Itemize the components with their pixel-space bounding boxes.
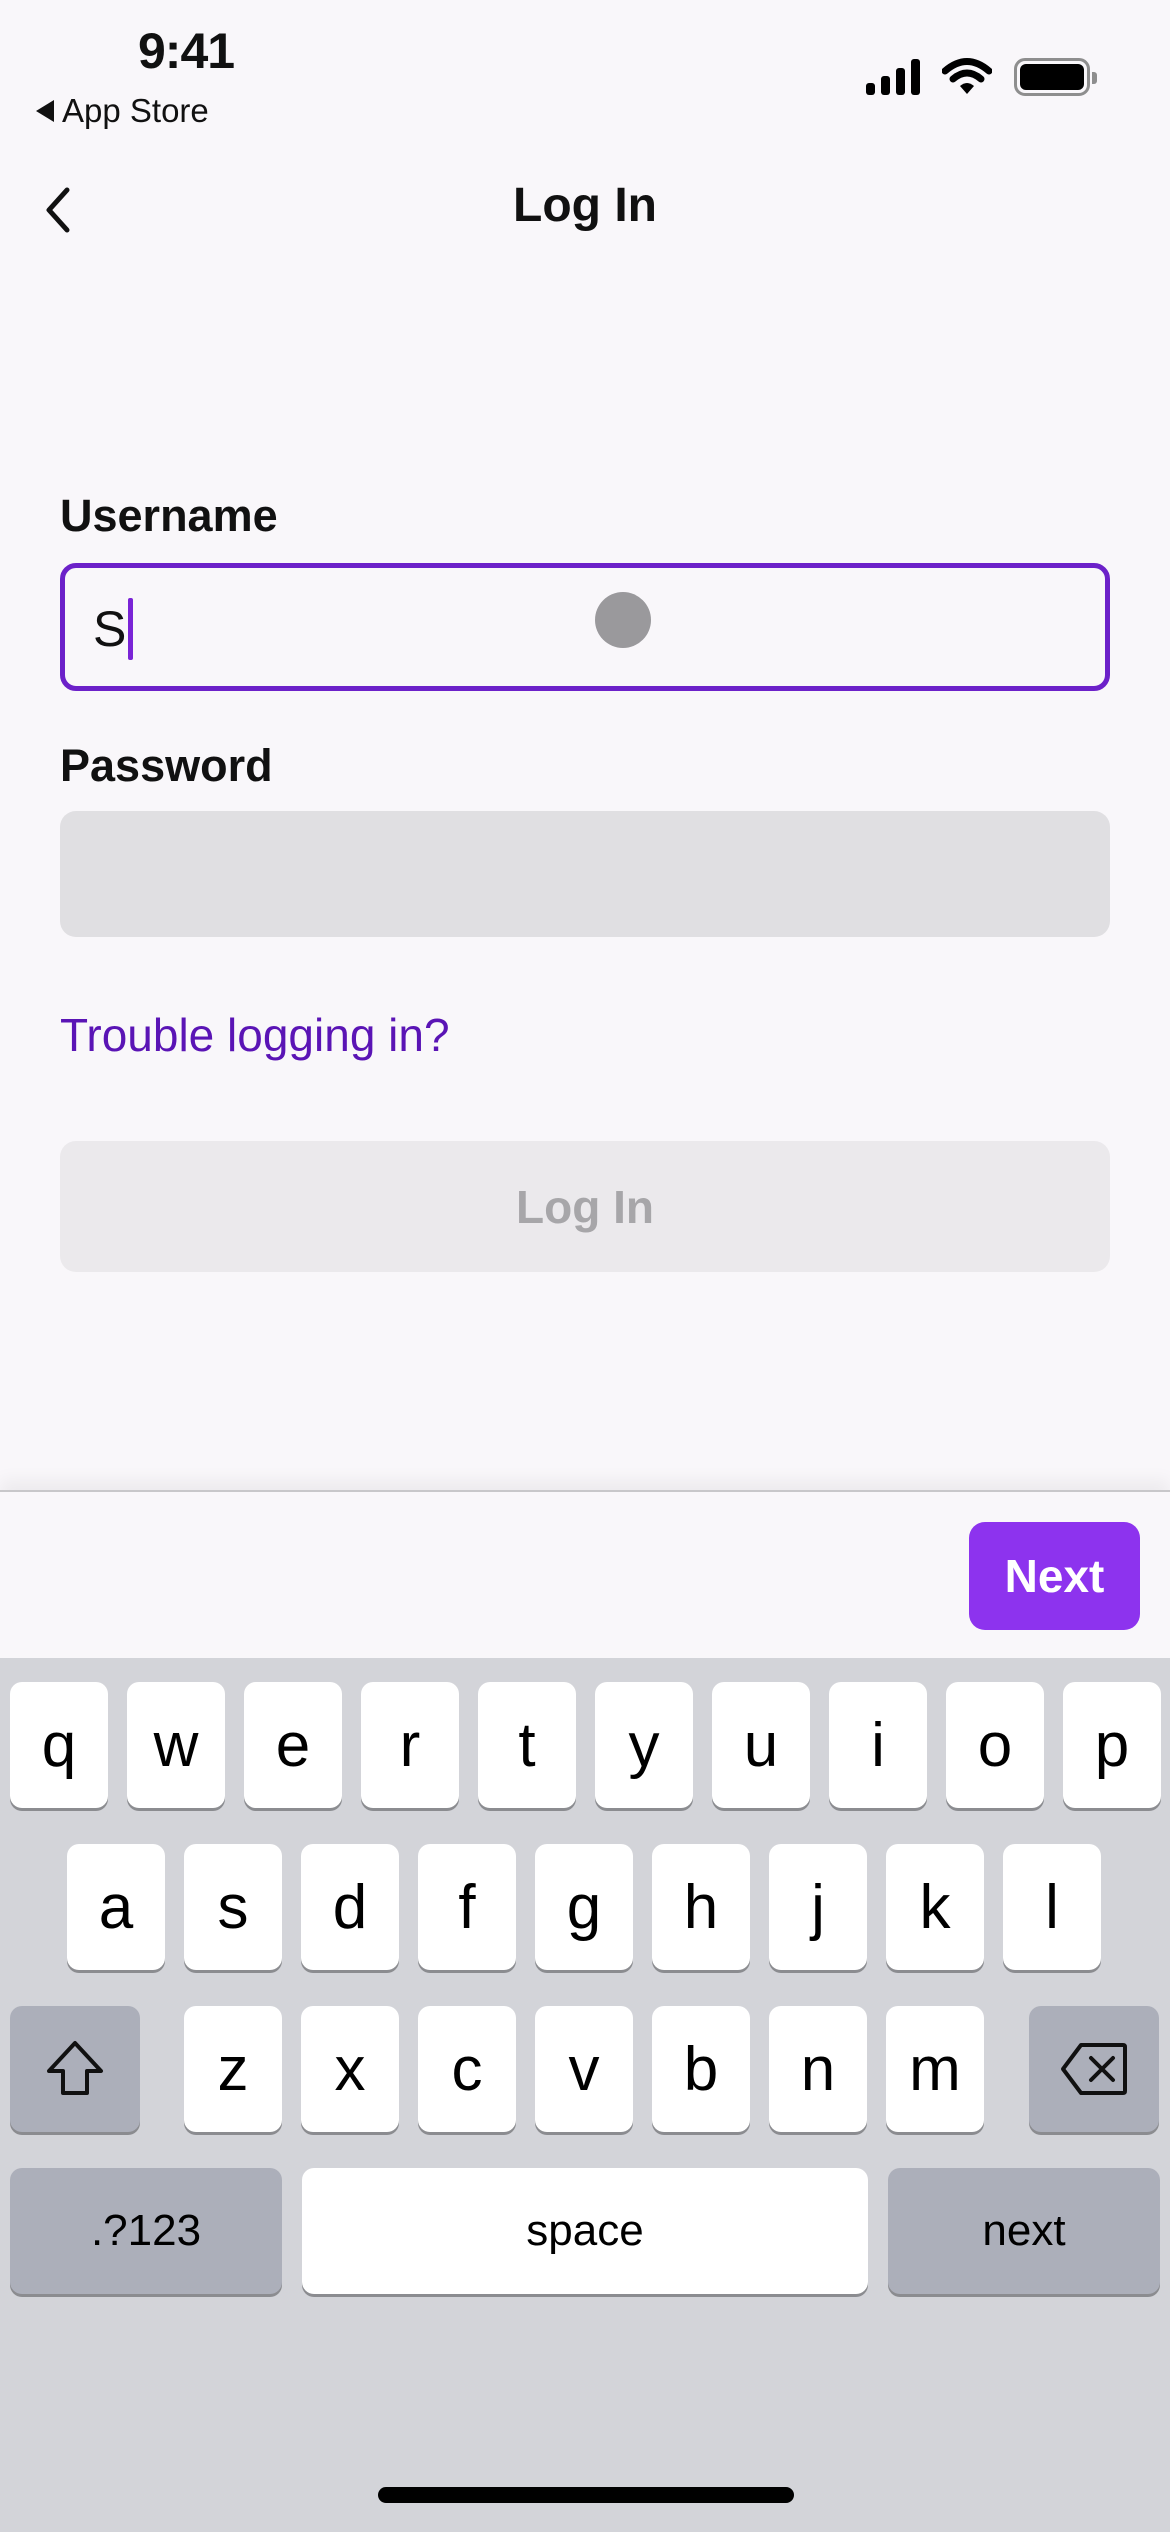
key-o[interactable]: o [946, 1682, 1044, 1808]
key-p[interactable]: p [1063, 1682, 1161, 1808]
back-triangle-icon [36, 100, 54, 122]
back-to-app-store[interactable]: App Store [36, 92, 209, 130]
key-l[interactable]: l [1003, 1844, 1101, 1970]
username-value: S [93, 601, 127, 657]
page-title: Log In [513, 179, 657, 232]
keyboard: qwertyuiop asdfghjkl zxcvbnm .?123 space… [0, 1658, 1170, 2532]
username-value-wrap: S [93, 598, 134, 660]
key-z[interactable]: z [184, 2006, 282, 2132]
shift-icon [47, 2041, 103, 2095]
key-s[interactable]: s [184, 1844, 282, 1970]
key-d[interactable]: d [301, 1844, 399, 1970]
backspace-icon [1061, 2043, 1127, 2095]
keyboard-accessory-bar: Next [0, 1490, 1170, 1658]
nav-bar: Log In [0, 160, 1170, 260]
key-w[interactable]: w [127, 1682, 225, 1808]
key-h[interactable]: h [652, 1844, 750, 1970]
next-button[interactable]: Next [969, 1522, 1140, 1630]
key-v[interactable]: v [535, 2006, 633, 2132]
key-a[interactable]: a [67, 1844, 165, 1970]
key-i[interactable]: i [829, 1682, 927, 1808]
status-bar: 9:41 App Store [0, 0, 1170, 140]
password-input[interactable] [60, 811, 1110, 937]
key-b[interactable]: b [652, 2006, 750, 2132]
delete-key[interactable] [1029, 2006, 1159, 2132]
key-e[interactable]: e [244, 1682, 342, 1808]
key-t[interactable]: t [478, 1682, 576, 1808]
trouble-logging-in-link[interactable]: Trouble logging in? [60, 1008, 450, 1062]
cellular-signal-icon [866, 59, 920, 95]
touch-indicator [595, 592, 651, 648]
key-r[interactable]: r [361, 1682, 459, 1808]
key-x[interactable]: x [301, 2006, 399, 2132]
key-n[interactable]: n [769, 2006, 867, 2132]
login-button[interactable]: Log In [60, 1141, 1110, 1272]
space-key[interactable]: space [302, 2168, 868, 2294]
wifi-icon [942, 58, 992, 94]
return-key[interactable]: next [888, 2168, 1160, 2294]
username-input[interactable]: S [60, 563, 1110, 691]
text-caret [128, 598, 134, 660]
status-icons [866, 58, 1097, 96]
key-c[interactable]: c [418, 2006, 516, 2132]
shift-key[interactable] [10, 2006, 140, 2132]
back-app-label: App Store [62, 92, 209, 129]
username-label: Username [60, 490, 278, 541]
key-m[interactable]: m [886, 2006, 984, 2132]
key-j[interactable]: j [769, 1844, 867, 1970]
password-label: Password [60, 740, 273, 791]
status-time: 9:41 [138, 23, 235, 79]
key-k[interactable]: k [886, 1844, 984, 1970]
battery-icon [1014, 58, 1097, 96]
key-f[interactable]: f [418, 1844, 516, 1970]
key-u[interactable]: u [712, 1682, 810, 1808]
key-q[interactable]: q [10, 1682, 108, 1808]
home-indicator[interactable] [378, 2487, 794, 2503]
numbers-key[interactable]: .?123 [10, 2168, 282, 2294]
key-y[interactable]: y [595, 1682, 693, 1808]
key-g[interactable]: g [535, 1844, 633, 1970]
